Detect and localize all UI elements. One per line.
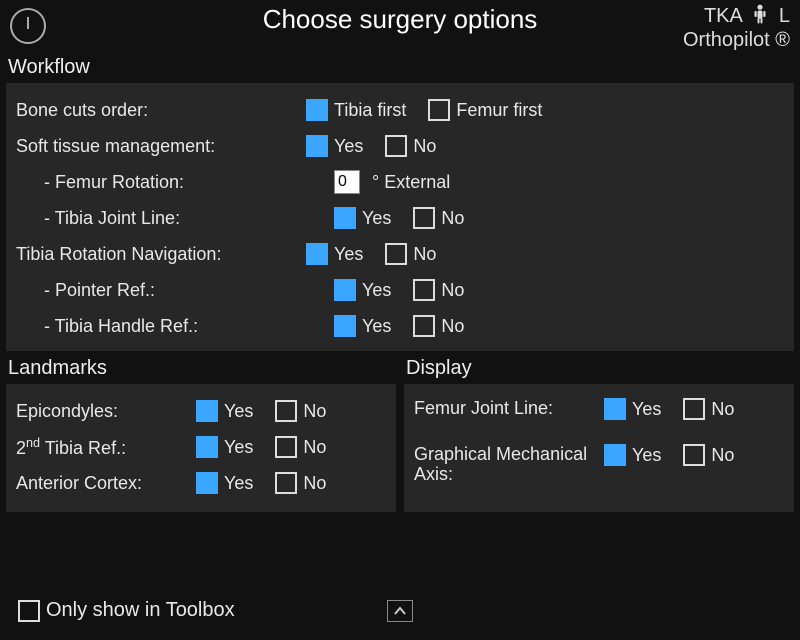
checkbox-icon bbox=[334, 207, 356, 229]
checkbox-icon bbox=[196, 472, 218, 494]
row-second-tibia: 2nd Tibia Ref.: Yes No bbox=[16, 430, 386, 464]
checkbox-icon bbox=[413, 207, 435, 229]
only-show-toolbox[interactable]: Only show in Toolbox bbox=[18, 599, 235, 622]
display-heading: Display bbox=[404, 357, 794, 384]
checkbox-icon bbox=[334, 315, 356, 337]
power-icon bbox=[27, 17, 29, 29]
pointer-yes[interactable]: Yes bbox=[334, 279, 391, 301]
second-tibia-yes[interactable]: Yes bbox=[196, 436, 253, 458]
checkbox-icon bbox=[306, 99, 328, 121]
tjl-no[interactable]: No bbox=[413, 207, 464, 229]
trn-no[interactable]: No bbox=[385, 243, 436, 265]
femur-rotation-label: - Femur Rotation: bbox=[16, 172, 334, 193]
workflow-panel: Bone cuts order: Tibia first Femur first… bbox=[6, 83, 794, 351]
row-fjl: Femur Joint Line: Yes No bbox=[414, 394, 784, 438]
ant-cortex-yes[interactable]: Yes bbox=[196, 472, 253, 494]
checkbox-icon bbox=[604, 444, 626, 466]
second-tibia-no[interactable]: No bbox=[275, 436, 326, 458]
tjl-yes[interactable]: Yes bbox=[334, 207, 391, 229]
checkbox-icon bbox=[413, 315, 435, 337]
landmarks-heading: Landmarks bbox=[6, 357, 396, 384]
row-epicondyles: Epicondyles: Yes No bbox=[16, 394, 386, 428]
checkbox-icon bbox=[683, 444, 705, 466]
bone-cuts-tibia-first[interactable]: Tibia first bbox=[306, 99, 406, 121]
row-ant-cortex: Anterior Cortex: Yes No bbox=[16, 466, 386, 500]
checkbox-icon bbox=[196, 436, 218, 458]
checkbox-icon bbox=[275, 400, 297, 422]
chevron-up-icon bbox=[393, 606, 407, 616]
checkbox-icon bbox=[385, 135, 407, 157]
epicondyles-label: Epicondyles: bbox=[16, 401, 196, 422]
second-tibia-label: 2nd Tibia Ref.: bbox=[16, 436, 196, 459]
handle-yes[interactable]: Yes bbox=[334, 315, 391, 337]
stm-label: Soft tissue management: bbox=[16, 136, 306, 157]
header-right: TKA L Orthopilot ® bbox=[683, 4, 790, 52]
checkbox-icon bbox=[275, 472, 297, 494]
stm-no[interactable]: No bbox=[385, 135, 436, 157]
row-handle: - Tibia Handle Ref.: Yes No bbox=[16, 309, 784, 343]
ant-cortex-label: Anterior Cortex: bbox=[16, 473, 196, 494]
checkbox-icon bbox=[413, 279, 435, 301]
header: Choose surgery options TKA L Orthopilot … bbox=[0, 0, 800, 56]
fjl-label: Femur Joint Line: bbox=[414, 398, 604, 418]
fjl-yes[interactable]: Yes bbox=[604, 398, 661, 420]
handle-label: - Tibia Handle Ref.: bbox=[16, 316, 334, 337]
checkbox-icon bbox=[604, 398, 626, 420]
bone-cuts-label: Bone cuts order: bbox=[16, 100, 306, 121]
epicondyles-no[interactable]: No bbox=[275, 400, 326, 422]
checkbox-icon bbox=[306, 243, 328, 265]
person-icon bbox=[753, 5, 773, 27]
gma-yes[interactable]: Yes bbox=[604, 444, 661, 466]
row-stm: Soft tissue management: Yes No bbox=[16, 129, 784, 163]
trn-label: Tibia Rotation Navigation: bbox=[16, 244, 306, 265]
workflow-heading: Workflow bbox=[0, 56, 800, 83]
tjl-label: - Tibia Joint Line: bbox=[16, 208, 334, 229]
checkbox-icon bbox=[275, 436, 297, 458]
stm-yes[interactable]: Yes bbox=[306, 135, 363, 157]
checkbox-icon bbox=[385, 243, 407, 265]
fjl-no[interactable]: No bbox=[683, 398, 734, 420]
ant-cortex-no[interactable]: No bbox=[275, 472, 326, 494]
side-label: L bbox=[779, 5, 790, 27]
expand-button[interactable] bbox=[387, 600, 413, 622]
landmarks-panel: Epicondyles: Yes No 2nd Tibia Ref.: bbox=[6, 384, 396, 512]
epicondyles-yes[interactable]: Yes bbox=[196, 400, 253, 422]
power-button[interactable] bbox=[10, 8, 46, 44]
procedure-label: TKA bbox=[704, 5, 742, 27]
femur-rotation-suffix: ° External bbox=[372, 172, 450, 193]
handle-no[interactable]: No bbox=[413, 315, 464, 337]
pointer-label: - Pointer Ref.: bbox=[16, 280, 334, 301]
checkbox-icon bbox=[196, 400, 218, 422]
system-label: Orthopilot ® bbox=[683, 28, 790, 52]
checkbox-icon bbox=[428, 99, 450, 121]
femur-rotation-input[interactable] bbox=[334, 170, 360, 194]
row-pointer: - Pointer Ref.: Yes No bbox=[16, 273, 784, 307]
pointer-no[interactable]: No bbox=[413, 279, 464, 301]
trn-yes[interactable]: Yes bbox=[306, 243, 363, 265]
checkbox-icon bbox=[306, 135, 328, 157]
row-femur-rotation: - Femur Rotation: ° External bbox=[16, 165, 784, 199]
checkbox-icon bbox=[334, 279, 356, 301]
row-tjl: - Tibia Joint Line: Yes No bbox=[16, 201, 784, 235]
display-panel: Femur Joint Line: Yes No Graphical Mech bbox=[404, 384, 794, 512]
page-title: Choose surgery options bbox=[263, 4, 538, 35]
row-bone-cuts: Bone cuts order: Tibia first Femur first bbox=[16, 93, 784, 127]
bone-cuts-femur-first[interactable]: Femur first bbox=[428, 99, 542, 121]
row-trn: Tibia Rotation Navigation: Yes No bbox=[16, 237, 784, 271]
row-gma: Graphical Mechanical Axis: Yes No bbox=[414, 440, 784, 484]
footer: Only show in Toolbox bbox=[18, 599, 782, 622]
gma-no[interactable]: No bbox=[683, 444, 734, 466]
checkbox-icon bbox=[683, 398, 705, 420]
gma-label: Graphical Mechanical Axis: bbox=[414, 444, 604, 484]
checkbox-icon bbox=[18, 600, 40, 622]
